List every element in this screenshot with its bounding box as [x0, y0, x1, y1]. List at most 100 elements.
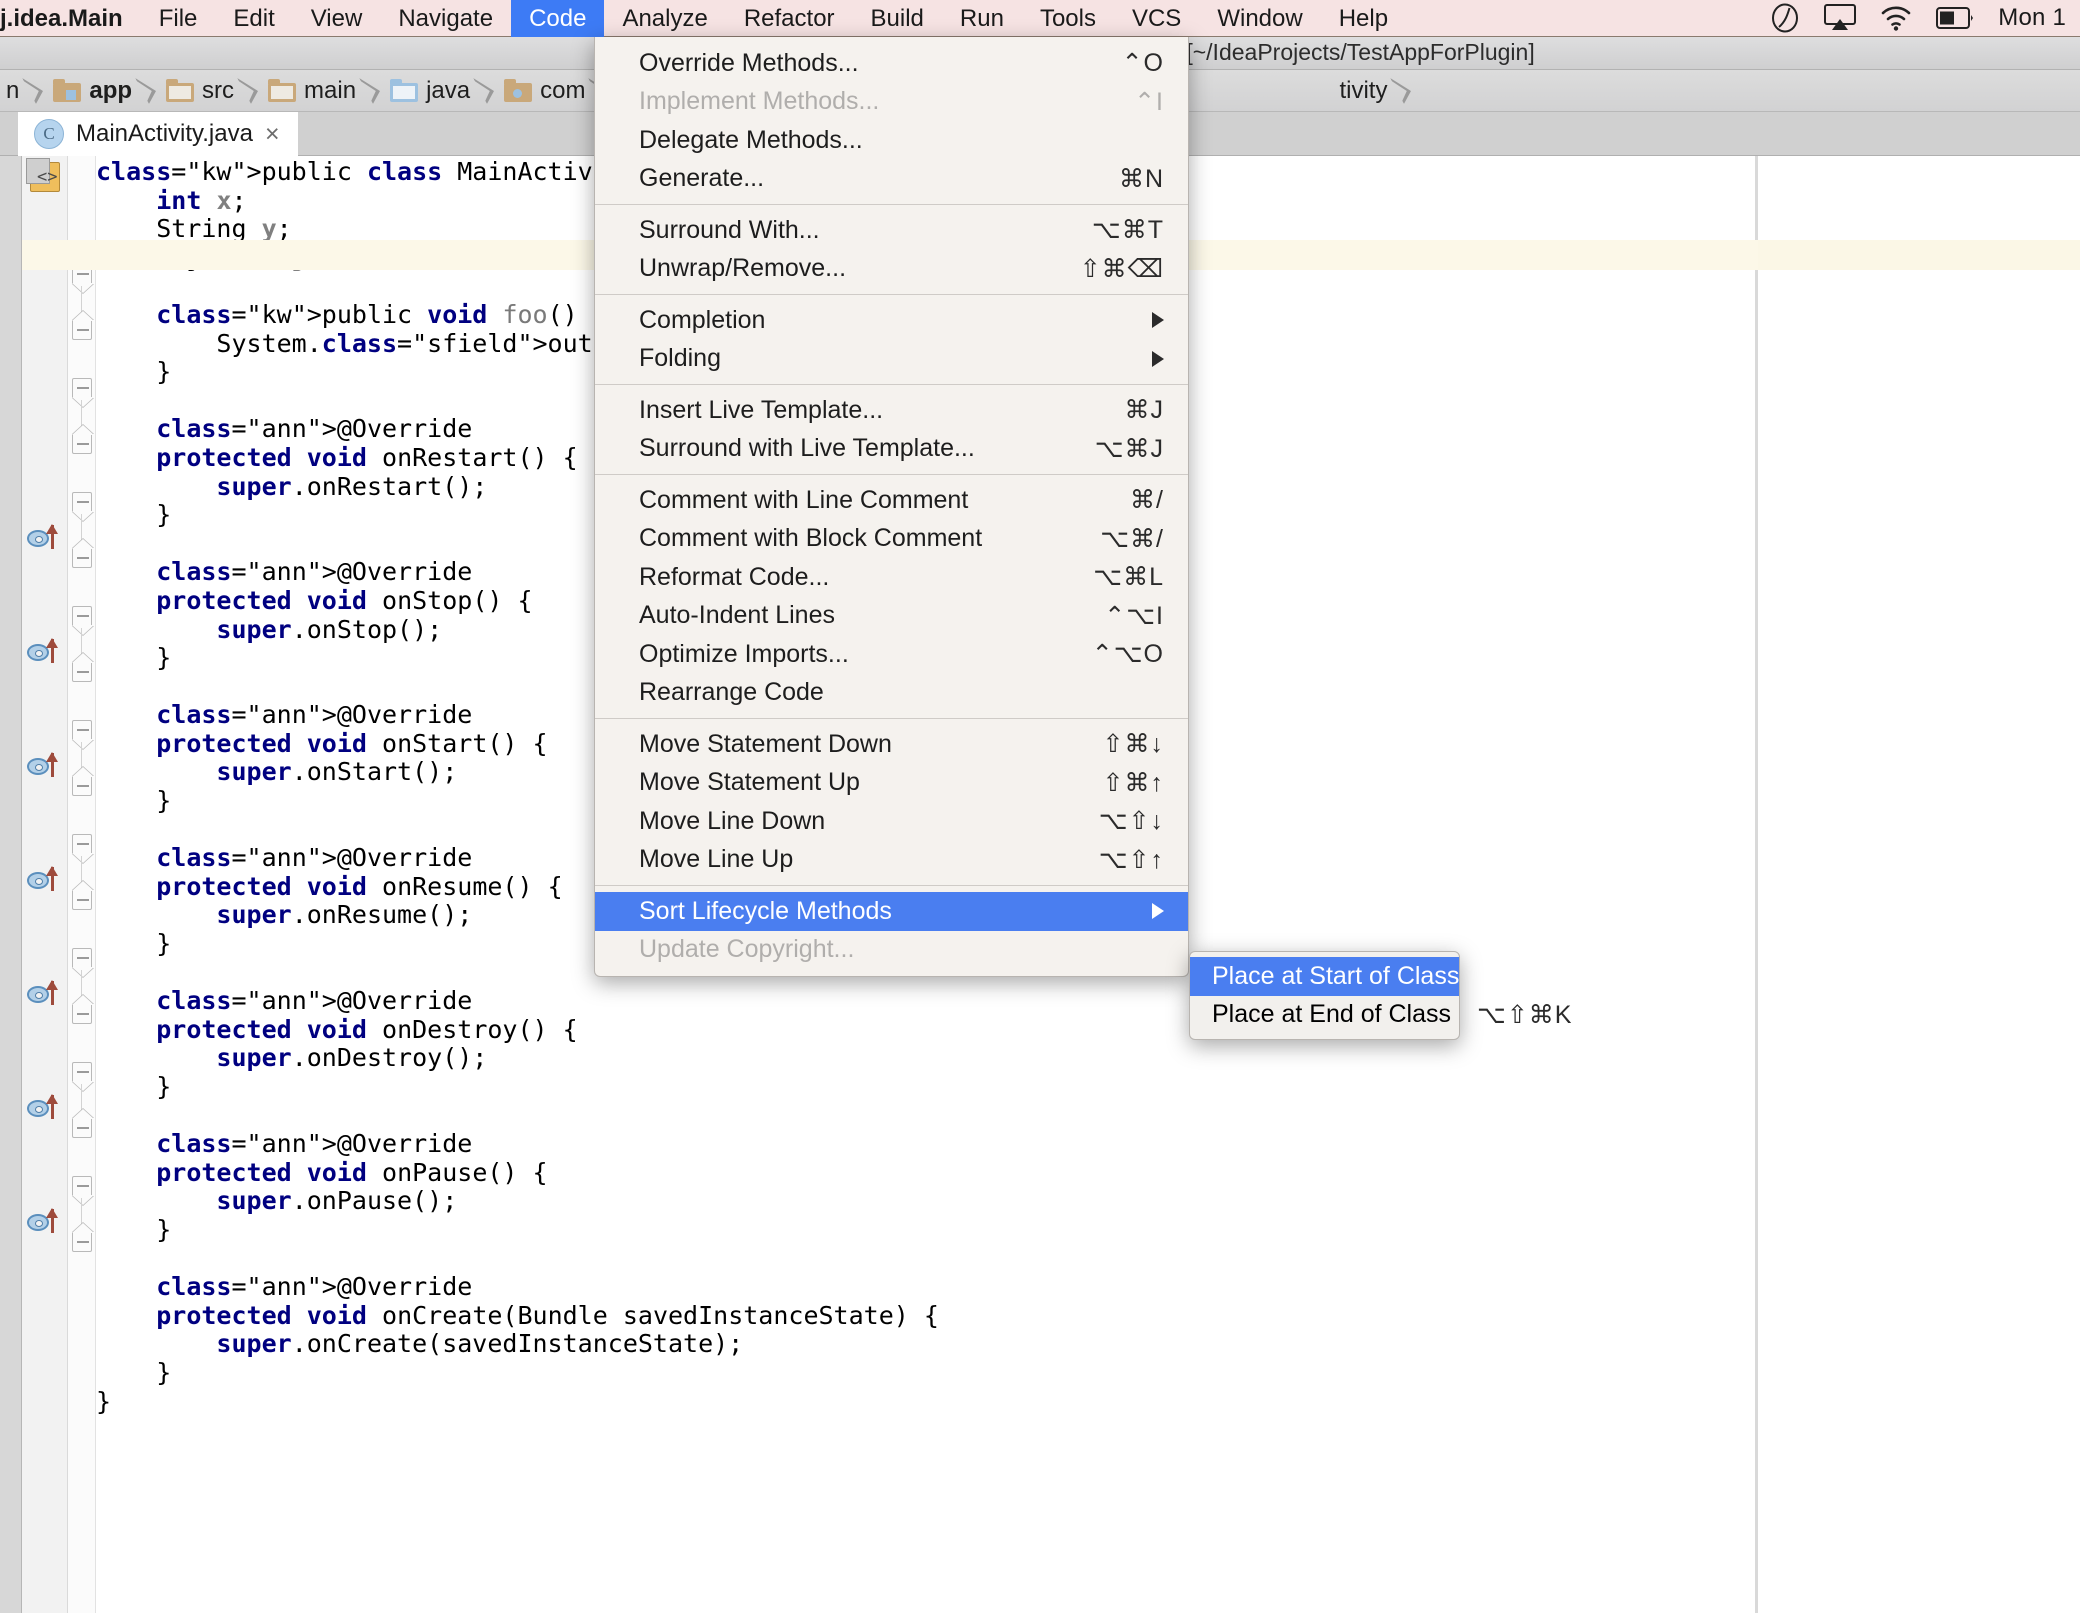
fold-open-icon[interactable] [72, 606, 92, 626]
overriding-method-icon[interactable] [27, 1209, 65, 1237]
menubar-item-navigate[interactable]: Navigate [380, 0, 511, 37]
close-icon[interactable]: × [265, 122, 280, 147]
breadcrumb-label: java [426, 70, 470, 112]
fold-open-icon[interactable] [72, 492, 92, 512]
sort-lifecycle-methods-submenu[interactable]: Place at Start of Class⌥⌘KPlace at End o… [1189, 951, 1460, 1040]
menu-item-move-line-down[interactable]: Move Line Down⌥⇧↓ [595, 802, 1188, 841]
file-type-icon[interactable]: <> [30, 162, 60, 192]
fold-close-icon[interactable] [72, 776, 92, 796]
breadcrumb-separator-icon [1393, 70, 1415, 112]
fold-open-icon[interactable] [72, 948, 92, 968]
menubar-item-edit[interactable]: Edit [215, 0, 292, 37]
menu-item-shortcut: ⇧⌘↑ [1103, 768, 1164, 798]
menu-item-comment-with-block-comment[interactable]: Comment with Block Comment⌥⌘/ [595, 520, 1188, 559]
menu-item-move-statement-down[interactable]: Move Statement Down⇧⌘↓ [595, 725, 1188, 764]
menu-item-rearrange-code[interactable]: Rearrange Code [595, 674, 1188, 713]
breadcrumb-item-app[interactable]: app [47, 70, 138, 112]
overriding-method-icon[interactable] [27, 525, 65, 553]
fold-close-icon[interactable] [72, 662, 92, 682]
overriding-method-icon[interactable] [27, 867, 65, 895]
menu-item-unwrap-remove[interactable]: Unwrap/Remove...⇧⌘⌫ [595, 250, 1188, 289]
menu-item-folding[interactable]: Folding [595, 340, 1188, 379]
menubar-item-file[interactable]: File [141, 0, 216, 37]
breadcrumb-item-main[interactable]: main [262, 70, 362, 112]
menu-item-label: Reformat Code... [639, 563, 1093, 592]
menu-item-surround-with[interactable]: Surround With...⌥⌘T [595, 211, 1188, 250]
breadcrumb-item-src[interactable]: src [160, 70, 240, 112]
fold-open-icon[interactable] [72, 834, 92, 854]
menubar-item-refactor[interactable]: Refactor [726, 0, 853, 37]
code-line: } [96, 1216, 2080, 1245]
overriding-method-icon[interactable] [27, 981, 65, 1009]
menubar-item-code[interactable]: Code [511, 0, 604, 37]
menu-item-label: Override Methods... [639, 49, 1122, 78]
breadcrumb-label: n [6, 70, 19, 112]
left-tool-window-strip[interactable]: Structure [0, 156, 22, 1613]
menu-item-surround-with-live-template[interactable]: Surround with Live Template...⌥⌘J [595, 430, 1188, 469]
breadcrumb-label: app [89, 70, 132, 112]
menubar-item-vcs[interactable]: VCS [1114, 0, 1199, 37]
menu-item-delegate-methods[interactable]: Delegate Methods... [595, 121, 1188, 160]
submenu-item-place-at-end-of-class[interactable]: Place at End of Class⌥⇧⌘K [1190, 996, 1459, 1035]
menu-item-override-methods[interactable]: Override Methods...⌃O [595, 44, 1188, 83]
breadcrumb-separator-icon [476, 70, 498, 112]
menu-item-shortcut: ⌘J [1125, 395, 1165, 425]
menu-item-move-line-up[interactable]: Move Line Up⌥⇧↑ [595, 841, 1188, 880]
menu-item-optimize-imports[interactable]: Optimize Imports...⌃⌥O [595, 635, 1188, 674]
menu-separator [595, 718, 1188, 719]
wifi-icon[interactable] [1880, 5, 1912, 31]
menu-item-sort-lifecycle-methods[interactable]: Sort Lifecycle Methods [595, 892, 1188, 931]
editor-gutter[interactable]: <> [22, 156, 68, 1613]
menu-item-comment-with-line-comment[interactable]: Comment with Line Comment⌘/ [595, 481, 1188, 520]
overriding-method-icon[interactable] [27, 753, 65, 781]
fold-close-icon[interactable] [72, 1118, 92, 1138]
breadcrumb-label: tivity [1339, 70, 1387, 112]
code-line [96, 1102, 2080, 1131]
menubar-item-view[interactable]: View [293, 0, 381, 37]
menu-item-generate[interactable]: Generate...⌘N [595, 160, 1188, 199]
fold-close-icon[interactable] [72, 1004, 92, 1024]
fold-close-icon[interactable] [72, 1232, 92, 1252]
breadcrumb-item-com[interactable]: com [498, 70, 591, 112]
menu-item-insert-live-template[interactable]: Insert Live Template...⌘J [595, 391, 1188, 430]
breadcrumb-separator-icon [362, 70, 384, 112]
menubar-item-analyze[interactable]: Analyze [604, 0, 725, 37]
breadcrumb-item-java[interactable]: java [384, 70, 476, 112]
menubar-item-run[interactable]: Run [942, 0, 1022, 37]
submenu-item-shortcut: ⌥⇧⌘K [1477, 1000, 1572, 1030]
fold-close-icon[interactable] [72, 320, 92, 340]
code-menu-dropdown[interactable]: Override Methods...⌃OImplement Methods..… [594, 37, 1189, 977]
breadcrumb-label: src [202, 70, 234, 112]
tab-mainactivity-java[interactable]: C MainActivity.java × [18, 112, 298, 156]
overriding-method-icon[interactable] [27, 639, 65, 667]
menubar-item-tools[interactable]: Tools [1022, 0, 1114, 37]
battery-icon[interactable] [1936, 7, 1974, 29]
menubar-status-area: Mon 1 [1770, 3, 2080, 33]
fold-close-icon[interactable] [72, 548, 92, 568]
menu-item-auto-indent-lines[interactable]: Auto-Indent Lines⌃⌥I [595, 597, 1188, 636]
menu-item-shortcut: ⌥⇧↑ [1099, 845, 1164, 875]
menu-item-reformat-code[interactable]: Reformat Code...⌥⌘L [595, 558, 1188, 597]
fold-open-icon[interactable] [72, 1062, 92, 1082]
breadcrumb-item-activity[interactable]: tivity [1333, 70, 1393, 112]
menubar-item-window[interactable]: Window [1199, 0, 1320, 37]
menubar-item-build[interactable]: Build [853, 0, 942, 37]
siri-icon[interactable] [1770, 3, 1800, 33]
menubar-app-name[interactable]: j.idea.Main [0, 0, 141, 37]
fold-open-icon[interactable] [72, 378, 92, 398]
overriding-method-icon[interactable] [27, 1095, 65, 1123]
airplay-icon[interactable] [1824, 4, 1856, 32]
menubar-clock[interactable]: Mon 1 [1998, 4, 2070, 32]
fold-open-icon[interactable] [72, 1176, 92, 1196]
breadcrumb-item-n[interactable]: n [0, 70, 25, 112]
fold-close-icon[interactable] [72, 434, 92, 454]
menu-separator [595, 294, 1188, 295]
fold-close-icon[interactable] [72, 890, 92, 910]
menu-item-completion[interactable]: Completion [595, 301, 1188, 340]
menu-item-move-statement-up[interactable]: Move Statement Up⇧⌘↑ [595, 764, 1188, 803]
code-line: } [96, 1388, 2080, 1417]
fold-open-icon[interactable] [72, 720, 92, 740]
menubar-item-help[interactable]: Help [1321, 0, 1406, 37]
submenu-item-place-at-start-of-class[interactable]: Place at Start of Class⌥⌘K [1190, 957, 1459, 996]
editor-fold-strip[interactable] [68, 156, 96, 1613]
